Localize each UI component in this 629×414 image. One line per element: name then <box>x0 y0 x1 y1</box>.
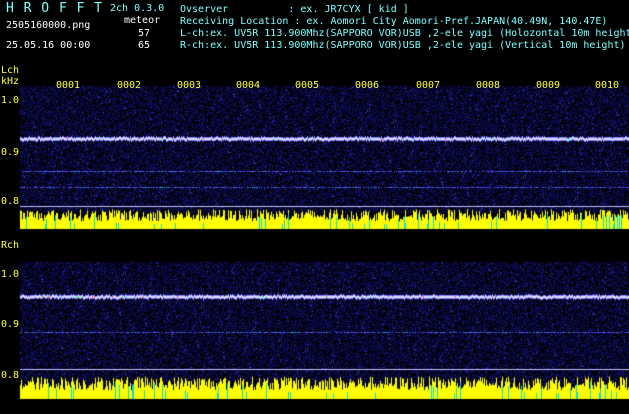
minute-label: 0003 <box>177 80 202 91</box>
filename-label: 2505160000.png <box>6 20 91 31</box>
khz-unit-label: kHz <box>1 76 20 87</box>
minute-label: 0001 <box>56 80 81 91</box>
channel-version: 2ch 0.3.0 <box>110 3 165 14</box>
minute-label: 0009 <box>536 80 561 91</box>
lch-ytick-1: 1.0 <box>1 95 20 106</box>
minute-label: 0007 <box>416 80 441 91</box>
rch-ytick-3: 0.8 <box>1 370 20 381</box>
count-lch: 57 <box>138 28 151 39</box>
spectrogram-display <box>0 0 629 410</box>
rch-ytick-2: 0.9 <box>1 319 20 330</box>
count-rch: 65 <box>138 40 151 51</box>
lch-ytick-3: 0.8 <box>1 196 20 207</box>
minute-label: 0004 <box>236 80 261 91</box>
spectrogram-canvas <box>0 0 629 410</box>
observer-line: Ovserver : ex. JR7CYX [ kid ] <box>180 4 409 15</box>
minute-label: 0002 <box>117 80 142 91</box>
app-title: H R O F F T <box>6 1 104 16</box>
lch-ytick-2: 0.9 <box>1 147 20 158</box>
location-line: Receiving Location : ex. Aomori City Aom… <box>180 16 608 27</box>
rch-setup-line: R-ch:ex. UV5R 113.900Mhz(SAPPORO VOR)USB… <box>180 40 626 51</box>
minute-label: 0010 <box>595 80 620 91</box>
minute-label: 0005 <box>295 80 320 91</box>
minute-label: 0006 <box>355 80 380 91</box>
minute-label: 0008 <box>476 80 501 91</box>
rch-label: Rch <box>1 240 20 251</box>
lch-setup-line: L-ch:ex. UV5R 113.900Mhz(SAPPORO VOR)USB… <box>180 28 629 39</box>
datetime-label: 25.05.16 00:00 <box>6 40 91 51</box>
rch-ytick-1: 1.0 <box>1 269 20 280</box>
mode-label: meteor <box>124 15 161 26</box>
lch-label: Lch <box>1 65 20 76</box>
